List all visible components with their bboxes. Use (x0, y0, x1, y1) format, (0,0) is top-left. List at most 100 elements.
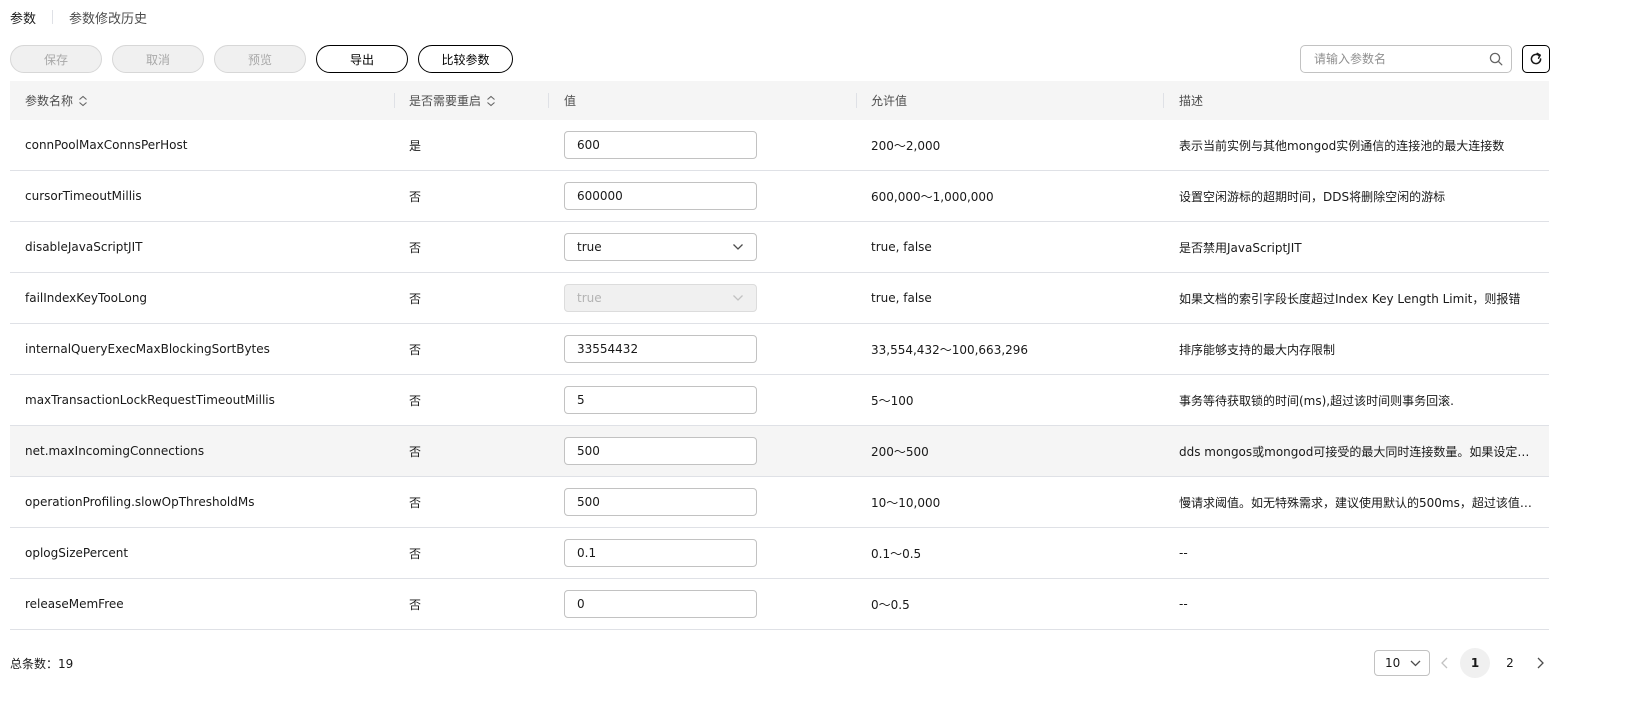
column-header-allowed: 允许值 (871, 94, 908, 108)
value-input[interactable] (564, 131, 757, 159)
chevron-down-icon (732, 243, 744, 251)
description: 是否禁用JavaScriptJIT (1179, 240, 1302, 255)
chevron-down-icon (1410, 660, 1421, 667)
value-input[interactable] (564, 590, 757, 618)
column-divider (856, 93, 857, 108)
allowed-values: 600,000～1,000,000 (871, 189, 994, 204)
value-select-disabled: true (564, 284, 757, 312)
value-select[interactable]: true (564, 233, 757, 261)
page-size-value: 10 (1385, 656, 1401, 670)
allowed-values: 0～0.5 (871, 597, 910, 612)
description: -- (1179, 597, 1188, 611)
search-icon[interactable] (1489, 52, 1503, 66)
table-row: releaseMemFree 否 0～0.5 -- (10, 579, 1549, 630)
sort-icon[interactable] (78, 95, 88, 107)
param-name: net.maxIncomingConnections (25, 444, 205, 458)
column-header-restart: 是否需要重启 (409, 81, 496, 120)
chevron-down-icon (732, 294, 744, 302)
prev-page-button[interactable] (1435, 650, 1453, 676)
tab-divider (52, 10, 54, 24)
table-header: 参数名称 是否需要重启 值 允许值 描述 (10, 81, 1549, 120)
param-name: disableJavaScriptJIT (25, 240, 143, 254)
description: 事务等待获取锁的时间(ms),超过该时间则事务回滚. (1179, 393, 1454, 408)
column-header-name: 参数名称 (25, 81, 88, 120)
description: -- (1179, 546, 1188, 560)
column-header-value: 值 (564, 94, 577, 108)
tab-parameter-history[interactable]: 参数修改历史 (69, 8, 147, 27)
column-divider (394, 93, 395, 108)
total-count: 总条数：19 (10, 656, 74, 671)
restart-required: 否 (409, 444, 422, 459)
value-input[interactable] (564, 182, 757, 210)
value-input[interactable] (564, 539, 757, 567)
restart-required: 否 (409, 189, 422, 204)
description: 慢请求阈值。如无特殊需求，建议使用默认的500ms，超过该值的... (1179, 495, 1534, 510)
param-name: oplogSizePercent (25, 546, 129, 560)
page-size-select[interactable]: 10 (1374, 650, 1430, 676)
tab-parameters[interactable]: 参数 (10, 8, 36, 27)
param-name: cursorTimeoutMillis (25, 189, 142, 203)
restart-required: 否 (409, 546, 422, 561)
allowed-values: 200～2,000 (871, 138, 941, 153)
sort-icon[interactable] (486, 95, 496, 107)
value-input[interactable] (564, 386, 757, 414)
search-input[interactable] (1312, 51, 1489, 67)
toolbar: 保存 取消 预览 导出 比较参数 (10, 45, 523, 73)
tab-bar: 参数 参数修改历史 (10, 0, 147, 34)
selected-value: true (577, 291, 602, 305)
page-1-button[interactable]: 1 (1460, 648, 1490, 678)
value-input[interactable] (564, 437, 757, 465)
parameter-table: 参数名称 是否需要重启 值 允许值 描述 connPoolMaxConnsPer… (10, 81, 1549, 630)
export-button[interactable]: 导出 (316, 45, 408, 73)
table-row: disableJavaScriptJIT 否 true true, false … (10, 222, 1549, 273)
allowed-values: 33,554,432～100,663,296 (871, 342, 1029, 357)
chevron-right-icon (1537, 657, 1544, 669)
allowed-values: 0.1～0.5 (871, 546, 922, 561)
save-button[interactable]: 保存 (10, 45, 102, 73)
restart-required: 否 (409, 291, 422, 306)
param-name: internalQueryExecMaxBlockingSortBytes (25, 342, 270, 356)
table-row: internalQueryExecMaxBlockingSortBytes 否 … (10, 324, 1549, 375)
param-name: connPoolMaxConnsPerHost (25, 138, 188, 152)
restart-required: 是 (409, 138, 422, 153)
value-input[interactable] (564, 335, 757, 363)
restart-required: 否 (409, 597, 422, 612)
refresh-icon (1529, 52, 1543, 66)
restart-required: 否 (409, 240, 422, 255)
preview-button[interactable]: 预览 (214, 45, 306, 73)
cancel-button[interactable]: 取消 (112, 45, 204, 73)
table-row: operationProfiling.slowOpThresholdMs 否 1… (10, 477, 1549, 528)
allowed-values: true, false (871, 291, 932, 305)
param-name: maxTransactionLockRequestTimeoutMillis (25, 393, 275, 407)
allowed-values: true, false (871, 240, 932, 254)
restart-required: 否 (409, 342, 422, 357)
description: dds mongos或mongod可接受的最大同时连接数量。如果设定值为... (1179, 444, 1534, 459)
page-2-button[interactable]: 2 (1495, 648, 1525, 678)
allowed-values: 5～100 (871, 393, 914, 408)
table-row: connPoolMaxConnsPerHost 是 200～2,000 表示当前… (10, 120, 1549, 171)
value-input[interactable] (564, 488, 757, 516)
table-row: maxTransactionLockRequestTimeoutMillis 否… (10, 375, 1549, 426)
compare-parameters-button[interactable]: 比较参数 (418, 45, 513, 73)
table-row: failIndexKeyTooLong 否 true true, false 如… (10, 273, 1549, 324)
selected-value: true (577, 240, 602, 254)
refresh-button[interactable] (1522, 45, 1550, 73)
param-name: operationProfiling.slowOpThresholdMs (25, 495, 255, 509)
description: 设置空闲游标的超期时间，DDS将删除空闲的游标 (1179, 189, 1446, 204)
column-header-description: 描述 (1179, 94, 1204, 108)
column-divider (548, 93, 549, 108)
description: 如果文档的索引字段长度超过Index Key Length Limit，则报错 (1179, 291, 1521, 306)
description: 排序能够支持的最大内存限制 (1179, 342, 1336, 357)
restart-required: 否 (409, 393, 422, 408)
chevron-left-icon (1440, 657, 1448, 669)
param-name: releaseMemFree (25, 597, 124, 611)
table-row: net.maxIncomingConnections 否 200～500 dds… (10, 426, 1549, 477)
description: 表示当前实例与其他mongod实例通信的连接池的最大连接数 (1179, 138, 1505, 153)
table-row: oplogSizePercent 否 0.1～0.5 -- (10, 528, 1549, 579)
column-divider (1163, 93, 1164, 108)
next-page-button[interactable] (1531, 650, 1549, 676)
search-box (1300, 45, 1512, 73)
pagination-bar: 总条数：19 10 1 2 (10, 648, 1549, 678)
allowed-values: 10～10,000 (871, 495, 941, 510)
param-name: failIndexKeyTooLong (25, 291, 148, 305)
